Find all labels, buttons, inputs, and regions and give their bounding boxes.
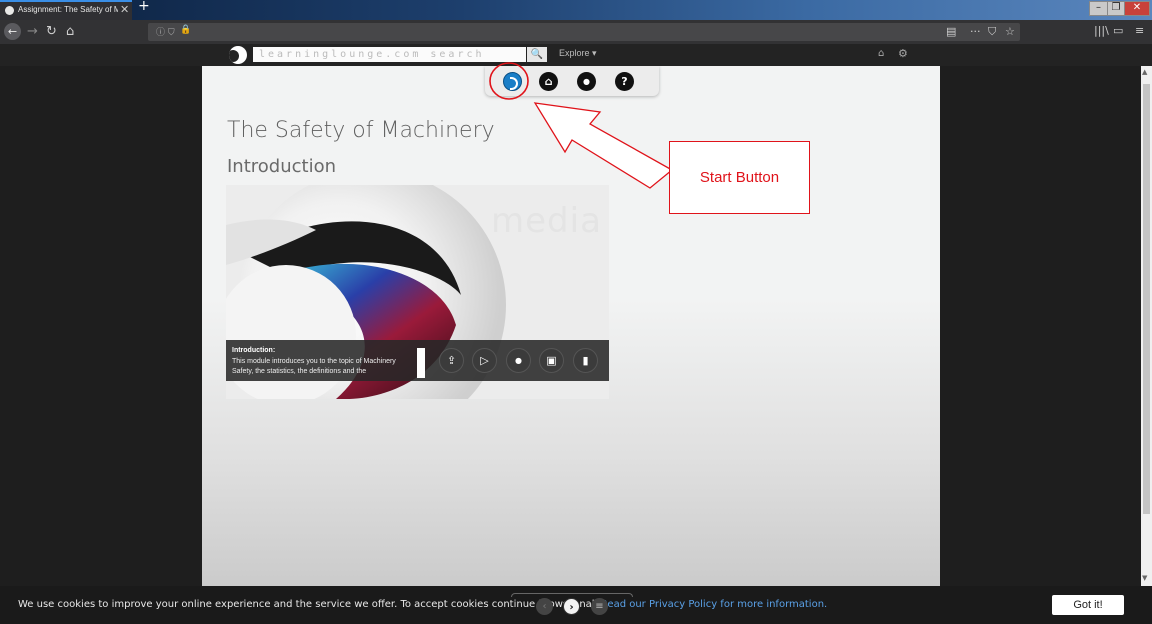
- site-home-icon[interactable]: ⌂: [878, 48, 884, 59]
- start-icon[interactable]: [503, 72, 522, 91]
- got-it-button[interactable]: Got it!: [1052, 595, 1124, 615]
- caption-scrollbar[interactable]: [417, 348, 425, 378]
- home-button-icon[interactable]: ⌂: [539, 72, 558, 91]
- caption-panel: Introduction: This module introduces you…: [229, 343, 425, 378]
- tab-favicon-icon: [5, 6, 14, 15]
- reader-view-icon[interactable]: ▤: [946, 25, 956, 38]
- close-window-button[interactable]: ✕: [1124, 1, 1150, 16]
- browser-tab[interactable]: Assignment: The Safety of Mac ✕: [0, 0, 132, 20]
- tab-close-icon[interactable]: ✕: [120, 3, 129, 16]
- site-header: 🔍 Explore ▾ ⌂ ⚙: [0, 44, 1152, 66]
- help-icon[interactable]: ?: [615, 72, 634, 91]
- stop-icon[interactable]: ▣: [539, 348, 564, 373]
- search-icon[interactable]: 🔍: [527, 47, 547, 62]
- course-icon-bar: ⌂ ● ?: [485, 66, 659, 96]
- maximize-button[interactable]: ❐: [1107, 1, 1125, 16]
- chat-icon[interactable]: ●: [577, 72, 596, 91]
- caption-title: Introduction:: [232, 347, 276, 354]
- forward-arrow-icon[interactable]: →: [27, 24, 38, 40]
- pager-frame: [511, 593, 633, 597]
- site-logo-icon[interactable]: [229, 46, 247, 64]
- new-tab-button[interactable]: +: [138, 0, 150, 14]
- page-menu-icon[interactable]: ≡: [591, 598, 608, 615]
- lock-icon: 🔒: [180, 25, 192, 35]
- course-content: ⌂ ● ? The Safety of Machinery Introducti…: [202, 66, 940, 586]
- back-arrow-icon[interactable]: ←: [4, 23, 21, 40]
- page-title: The Safety of Machinery: [227, 118, 495, 143]
- minimize-button[interactable]: –: [1089, 1, 1108, 16]
- caption-text: This module introduces you to the topic …: [232, 358, 396, 375]
- previous-page-icon[interactable]: ‹: [536, 598, 553, 615]
- cookie-message: We use cookies to improve your online ex…: [18, 599, 827, 610]
- media-player[interactable]: media Introduction: This module introduc…: [226, 185, 609, 399]
- scrollbar-thumb[interactable]: [1143, 84, 1150, 514]
- next-page-icon[interactable]: ›: [563, 598, 580, 615]
- browser-toolbar: ← → ↻ ⌂ ⓘ ⛉ 🔒 ▤ ··· ⛉ ☆ |||\ ▭ ≡: [0, 20, 1152, 44]
- privacy-policy-link[interactable]: Read our Privacy Policy for more informa…: [601, 599, 827, 610]
- library-icon[interactable]: |||\: [1094, 24, 1109, 37]
- sidebar-icon[interactable]: ▭: [1113, 24, 1123, 37]
- media-watermark: media: [491, 201, 602, 241]
- page-actions-icon[interactable]: ···: [970, 25, 981, 38]
- page-scrollbar[interactable]: ▲ ▼: [1141, 66, 1152, 586]
- stats-icon[interactable]: ▮: [573, 348, 598, 373]
- share-icon[interactable]: ⇪: [439, 348, 464, 373]
- tab-title: Assignment: The Safety of Mac: [18, 5, 118, 14]
- bookmark-star-icon[interactable]: ☆: [1005, 25, 1015, 38]
- site-info-icon[interactable]: ⓘ ⛉: [156, 25, 175, 38]
- media-caption-bar: Introduction: This module introduces you…: [226, 340, 609, 381]
- annotation-label-box: Start Button: [669, 141, 810, 214]
- browser-tab-strip: Assignment: The Safety of Mac ✕ + – ❐ ✕: [0, 0, 1152, 20]
- address-bar[interactable]: ⓘ ⛉ 🔒 ▤ ··· ⛉ ☆: [148, 23, 1020, 41]
- site-search-input[interactable]: [253, 47, 526, 62]
- home-icon[interactable]: ⌂: [66, 24, 74, 40]
- section-title: Introduction: [227, 156, 337, 177]
- pocket-icon[interactable]: ⛉: [988, 25, 996, 39]
- scroll-down-icon[interactable]: ▼: [1142, 574, 1147, 582]
- menu-icon[interactable]: ≡: [1135, 24, 1144, 37]
- scroll-up-icon[interactable]: ▲: [1142, 68, 1147, 76]
- gear-icon[interactable]: ⚙: [898, 47, 908, 60]
- reload-icon[interactable]: ↻: [46, 24, 57, 40]
- comment-icon[interactable]: ●: [506, 348, 531, 373]
- annotation-label: Start Button: [699, 169, 780, 186]
- explore-menu[interactable]: Explore ▾: [559, 48, 597, 59]
- cookie-banner: We use cookies to improve your online ex…: [0, 586, 1152, 624]
- cookie-text-start: We use cookies to improve your online ex…: [18, 599, 571, 610]
- play-icon[interactable]: ▷: [472, 348, 497, 373]
